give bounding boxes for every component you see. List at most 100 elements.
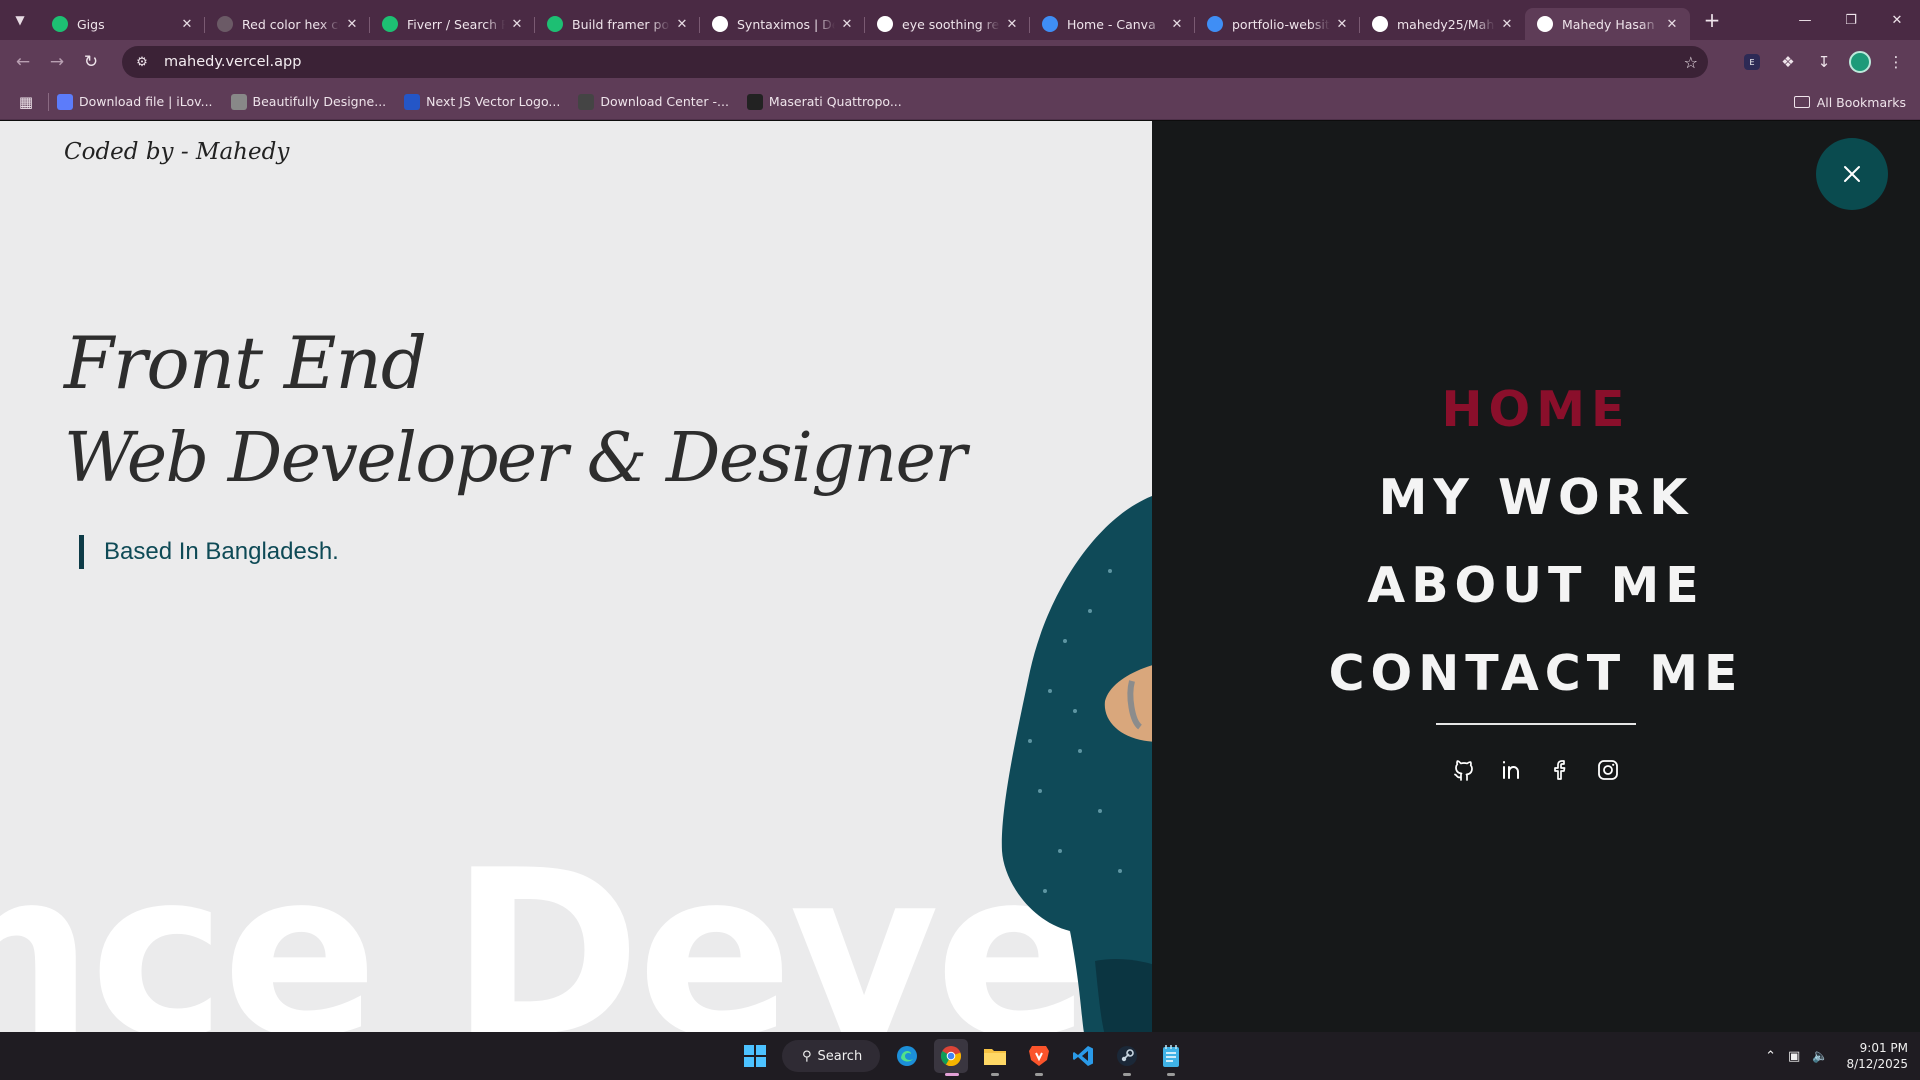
- ilovepdf-icon: [57, 93, 73, 110]
- marquee-text: nce Develop: [0, 822, 1152, 1033]
- close-tab-icon[interactable]: ✕: [179, 17, 195, 32]
- steam-app[interactable]: [1110, 1039, 1144, 1076]
- facebook-icon[interactable]: [1547, 757, 1573, 783]
- web-page: Coded by - Mahedy Front End Web Develope…: [0, 121, 1920, 1032]
- extensions-puzzle-icon[interactable]: ❖: [1770, 46, 1806, 78]
- close-tab-icon[interactable]: ✕: [509, 17, 525, 32]
- tab-title: Mahedy Hasan: [1562, 16, 1655, 32]
- close-tab-icon[interactable]: ✕: [1334, 17, 1350, 32]
- steam-icon: [1117, 1046, 1137, 1066]
- tab-title: Red color hex code: [242, 16, 340, 32]
- instagram-icon[interactable]: [1595, 757, 1621, 783]
- bookmark-item[interactable]: Download Center -...: [578, 93, 729, 110]
- menu-item-my-work[interactable]: MY WORK: [1152, 454, 1920, 542]
- bookmark-item[interactable]: Download file | iLov...: [57, 93, 213, 110]
- tab[interactable]: eye soothing red color ✕: [865, 8, 1030, 40]
- downloads-icon[interactable]: ↧: [1806, 46, 1842, 78]
- minimize-button[interactable]: —: [1782, 0, 1828, 40]
- profile-avatar[interactable]: [1849, 51, 1871, 73]
- tab-title: Fiverr / Search Results: [407, 16, 505, 32]
- tab[interactable]: Red color hex code ✕: [205, 8, 370, 40]
- bookmark-item[interactable]: Next JS Vector Logo...: [404, 93, 561, 110]
- notepad-app[interactable]: [1154, 1039, 1188, 1076]
- volume-icon[interactable]: 🔈: [1812, 1049, 1828, 1064]
- tab[interactable]: Home - Canva ✕: [1030, 8, 1195, 40]
- forward-button[interactable]: →: [40, 45, 74, 79]
- taskbar-search[interactable]: ⚲ Search: [782, 1040, 880, 1072]
- close-tab-icon[interactable]: ✕: [1499, 17, 1515, 32]
- tab[interactable]: Gigs ✕: [40, 8, 205, 40]
- address-bar[interactable]: ⚙ mahedy.vercel.app ☆: [122, 46, 1708, 78]
- file-explorer-app[interactable]: [978, 1039, 1012, 1076]
- browser-menu-icon[interactable]: ⋮: [1878, 46, 1914, 78]
- tab[interactable]: Syntaximos | Developer ✕: [700, 8, 865, 40]
- tab[interactable]: Build framer portfolio ✕: [535, 8, 700, 40]
- reload-button[interactable]: ↻: [74, 45, 108, 79]
- bookmark-label: Beautifully Designe...: [252, 94, 387, 109]
- vscode-icon: [1073, 1046, 1093, 1066]
- location-tagline: Based In Bangladesh.: [79, 535, 339, 569]
- browser-toolbar: ← → ↻ ⚙ mahedy.vercel.app ☆ E ❖ ↧ ⋮: [0, 40, 1920, 84]
- w-icon: [404, 93, 421, 110]
- restore-button[interactable]: ❐: [1828, 0, 1874, 40]
- taskbar-apps: ⚲ Search: [738, 1032, 1188, 1080]
- close-menu-button[interactable]: [1816, 138, 1888, 210]
- chevron-up-icon[interactable]: ⌃: [1765, 1049, 1776, 1064]
- extension-icon[interactable]: E: [1744, 54, 1760, 70]
- site-logo[interactable]: Coded by - Mahedy: [64, 139, 289, 165]
- bookmark-star-icon[interactable]: ☆: [1684, 53, 1698, 72]
- close-window-button[interactable]: ✕: [1874, 0, 1920, 40]
- start-button[interactable]: [738, 1039, 772, 1073]
- network-icon[interactable]: ▣: [1788, 1049, 1800, 1064]
- bookmark-label: Next JS Vector Logo...: [426, 94, 561, 109]
- close-tab-icon[interactable]: ✕: [839, 17, 855, 32]
- clock-time: 9:01 PM: [1859, 1041, 1908, 1055]
- tab[interactable]: Mahedy Hasan ✕: [1525, 8, 1690, 40]
- fiverr-icon: [52, 16, 68, 32]
- fiverr-icon: [547, 16, 563, 32]
- toolbar-actions: E ❖ ↧ ⋮: [1734, 46, 1914, 78]
- tab[interactable]: mahedy25/Mahedy ✕: [1360, 8, 1525, 40]
- bookmark-label: Download Center -...: [600, 94, 729, 109]
- syntaximos-icon: [712, 16, 728, 32]
- menu-item-home[interactable]: HOME: [1152, 366, 1920, 454]
- apps-grid-icon[interactable]: ▦: [12, 93, 40, 111]
- canva-icon: [1042, 16, 1058, 32]
- close-tab-icon[interactable]: ✕: [1169, 17, 1185, 32]
- menu-item-about-me[interactable]: ABOUT ME: [1152, 542, 1920, 630]
- notepad-icon: [1163, 1045, 1179, 1067]
- linkedin-icon[interactable]: [1499, 757, 1525, 783]
- tab-title: Build framer portfolio: [572, 16, 670, 32]
- menu-item-contact-me[interactable]: CONTACT ME: [1152, 630, 1920, 718]
- windows-logo-icon: [744, 1045, 766, 1067]
- new-tab-button[interactable]: +: [1698, 6, 1726, 34]
- globe-icon: [230, 93, 247, 110]
- tab-title: portfolio-website: [1232, 16, 1330, 32]
- site-info-icon[interactable]: ⚙: [126, 55, 158, 70]
- tab[interactable]: Fiverr / Search Results ✕: [370, 8, 535, 40]
- system-tray: ⌃ ▣ 🔈 9:01 PM 8/12/2025: [1765, 1032, 1908, 1080]
- close-tab-icon[interactable]: ✕: [674, 17, 690, 32]
- tab-search-button[interactable]: ▼: [6, 6, 34, 34]
- social-links: [1152, 757, 1920, 783]
- brave-app[interactable]: [1022, 1039, 1056, 1076]
- bookmark-item[interactable]: Maserati Quattropo...: [746, 93, 902, 110]
- hero-section: Coded by - Mahedy Front End Web Develope…: [0, 121, 1152, 1032]
- url-text[interactable]: mahedy.vercel.app: [164, 54, 301, 70]
- vscode-app[interactable]: [1066, 1039, 1100, 1073]
- window-controls: — ❐ ✕: [1782, 0, 1920, 40]
- close-icon: [1844, 166, 1860, 182]
- back-button[interactable]: ←: [6, 45, 40, 79]
- chrome-app[interactable]: [934, 1039, 968, 1076]
- close-tab-icon[interactable]: ✕: [344, 17, 360, 32]
- close-tab-icon[interactable]: ✕: [1004, 17, 1020, 32]
- bookmark-item[interactable]: Beautifully Designe...: [230, 93, 387, 110]
- all-bookmarks-button[interactable]: All Bookmarks: [1793, 84, 1906, 120]
- close-tab-icon[interactable]: ✕: [1664, 17, 1680, 32]
- edge-app[interactable]: [890, 1039, 924, 1073]
- folder-icon: [1793, 96, 1810, 108]
- github-icon[interactable]: [1451, 757, 1477, 783]
- nav-overlay: HOME MY WORK ABOUT ME CONTACT ME: [1152, 121, 1920, 1032]
- tab[interactable]: portfolio-website ✕: [1195, 8, 1360, 40]
- clock[interactable]: 9:01 PM 8/12/2025: [1846, 1040, 1908, 1072]
